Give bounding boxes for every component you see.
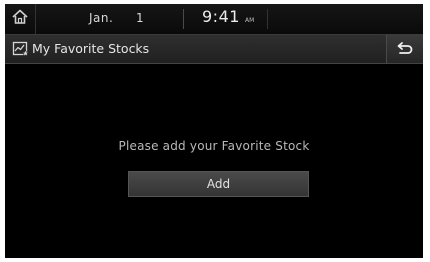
date-day: 1 bbox=[136, 11, 144, 25]
home-button[interactable] bbox=[5, 4, 36, 34]
main-content: Please add your Favorite Stock Add bbox=[5, 64, 423, 258]
status-bar: Jan. 1 9:41 AM bbox=[5, 4, 423, 35]
add-button-label: Add bbox=[206, 177, 231, 191]
stock-chart-star-icon bbox=[12, 40, 30, 58]
add-button[interactable]: Add bbox=[128, 171, 309, 197]
home-icon bbox=[11, 8, 29, 30]
back-arrow-icon bbox=[396, 40, 414, 59]
title-bar: My Favorite Stocks bbox=[5, 35, 423, 64]
empty-state-message: Please add your Favorite Stock bbox=[118, 139, 310, 153]
date-month: Jan. bbox=[89, 11, 114, 25]
status-divider bbox=[267, 9, 268, 29]
back-button[interactable] bbox=[386, 35, 423, 63]
status-divider bbox=[183, 9, 184, 29]
page-title: My Favorite Stocks bbox=[32, 41, 150, 56]
screen: Jan. 1 9:41 AM My Favorite Stocks Please bbox=[5, 4, 423, 258]
clock-ampm: AM bbox=[245, 17, 255, 24]
clock-time: 9:41 bbox=[202, 7, 240, 26]
